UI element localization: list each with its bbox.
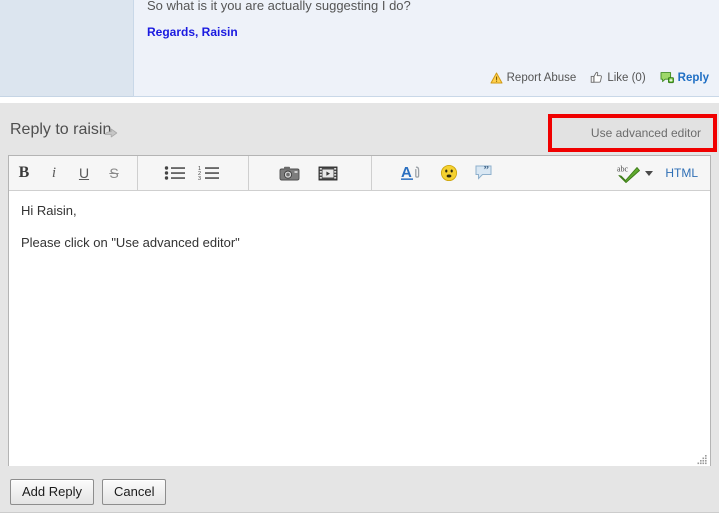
like-action[interactable]: Like (0)	[590, 71, 646, 84]
reply-action[interactable]: Reply	[660, 71, 709, 84]
numbered-list-button[interactable]: 1 2 3	[194, 158, 224, 188]
insert-link-button[interactable]: A	[398, 158, 428, 188]
add-reply-button[interactable]: Add Reply	[10, 479, 94, 505]
underline-button[interactable]: U	[69, 158, 99, 188]
bulleted-list-button[interactable]	[160, 158, 190, 188]
html-source-link[interactable]: HTML	[659, 166, 710, 180]
italic-button[interactable]: i	[39, 158, 69, 188]
toolbar-group-media	[275, 156, 343, 190]
spellcheck-button[interactable]: abc	[614, 158, 644, 188]
post-action-bar: Report Abuse Like (0) Reply	[490, 71, 709, 84]
toolbar-group-lists: 1 2 3	[160, 156, 224, 190]
bold-button[interactable]: B	[9, 158, 39, 188]
toolbar-group-formatting: B i U S	[9, 156, 129, 190]
reply-text-area[interactable]: Hi Raisin, Please click on "Use advanced…	[9, 191, 710, 466]
resize-grip-icon[interactable]	[696, 452, 708, 465]
reply-bubble-icon	[660, 71, 674, 84]
chevron-down-icon[interactable]	[645, 170, 654, 176]
svg-text:3: 3	[198, 176, 201, 181]
composer-footer: Add Reply Cancel	[10, 479, 167, 505]
reply-text-line: Please click on "Use advanced editor"	[21, 235, 240, 250]
editor-toolbar: B i U S 1 2 3 A ” abc HTML	[9, 156, 710, 191]
toolbar-separator	[248, 156, 249, 190]
report-abuse-action[interactable]: Report Abuse	[490, 71, 577, 84]
reply-text-blank-line	[21, 221, 698, 233]
report-abuse-label: Report Abuse	[506, 71, 577, 84]
post-signature: Regards, Raisin	[147, 25, 238, 39]
insert-image-button[interactable]	[275, 158, 305, 188]
cancel-button[interactable]: Cancel	[101, 479, 167, 505]
rich-text-editor: B i U S 1 2 3 A ” abc HTML Hi Raisin, Pl…	[8, 155, 711, 466]
insert-quote-button[interactable]: ”	[470, 158, 500, 188]
insert-video-button[interactable]	[313, 158, 343, 188]
strikethrough-button[interactable]: S	[99, 158, 129, 188]
post-author-sidebar	[0, 0, 133, 97]
reply-text-line: Hi Raisin,	[21, 203, 77, 218]
thumbs-up-icon	[590, 71, 603, 84]
post-message: So what is it you are actually suggestin…	[147, 0, 411, 13]
warning-triangle-icon	[490, 72, 503, 84]
reply-label: Reply	[677, 71, 709, 84]
svg-text:”: ”	[484, 164, 490, 176]
use-advanced-editor-button[interactable]: Use advanced editor	[552, 118, 713, 148]
toolbar-group-insert: A ”	[398, 156, 500, 190]
insert-emoji-button[interactable]	[434, 158, 464, 188]
svg-text:abc: abc	[617, 165, 629, 174]
toolbar-separator	[371, 156, 372, 190]
toolbar-separator	[137, 156, 138, 190]
forum-post: So what is it you are actually suggestin…	[0, 0, 719, 99]
like-label: Like (0)	[607, 71, 646, 84]
page-title: Reply to raisin	[10, 121, 112, 138]
share-arrow-icon	[104, 125, 118, 143]
